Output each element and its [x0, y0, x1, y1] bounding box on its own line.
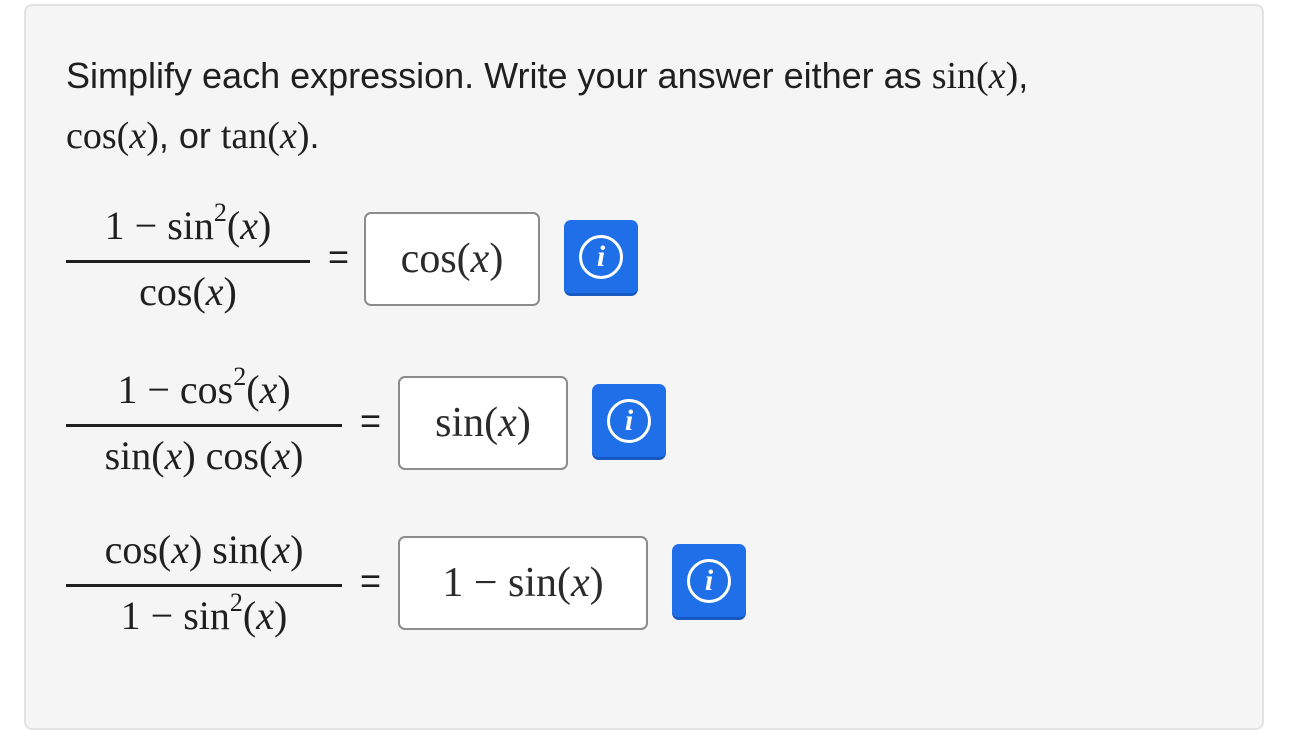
answer-input[interactable]: sin(x): [398, 376, 568, 470]
instructions-text: Simplify each expression. Write your ans…: [66, 55, 922, 96]
equals-sign: =: [360, 400, 382, 441]
denominator: 1 − sin2(x): [120, 588, 288, 639]
numerator: 1 − sin2(x): [104, 198, 272, 249]
info-button[interactable]: i: [564, 220, 638, 296]
instructions: Simplify each expression. Write your ans…: [66, 55, 1029, 157]
denominator: cos(x): [139, 269, 237, 314]
answer-input[interactable]: 1 − sin(x): [398, 536, 648, 630]
instructions-joiner: , or: [158, 115, 211, 156]
info-icon: i: [607, 399, 651, 443]
info-icon: i: [687, 559, 731, 603]
option-sin: sin(x): [931, 55, 1019, 97]
equals-sign: =: [360, 560, 382, 601]
fraction-bar: [66, 584, 342, 587]
numerator: cos(x) sin(x): [104, 527, 304, 572]
fraction-bar: [66, 424, 342, 427]
info-button[interactable]: i: [592, 384, 666, 460]
info-icon: i: [579, 235, 623, 279]
option-tan: tan(x): [220, 115, 310, 157]
problem-3: cos(x) sin(x) 1 − sin2(x) = 1 − sin(x) i: [66, 526, 826, 646]
info-button[interactable]: i: [672, 544, 746, 620]
problem-1: 1 − sin2(x) cos(x) = cos(x) i: [66, 198, 786, 322]
answer-input[interactable]: cos(x): [364, 212, 540, 306]
equals-sign: =: [328, 236, 350, 277]
option-cos: cos(x): [66, 115, 159, 157]
problem-2: 1 − cos2(x) sin(x) cos(x) = sin(x) i: [66, 362, 786, 486]
numerator: 1 − cos2(x): [117, 362, 291, 413]
question-card: Simplify each expression. Write your ans…: [24, 4, 1264, 730]
fraction-bar: [66, 260, 310, 263]
denominator: sin(x) cos(x): [104, 433, 304, 478]
